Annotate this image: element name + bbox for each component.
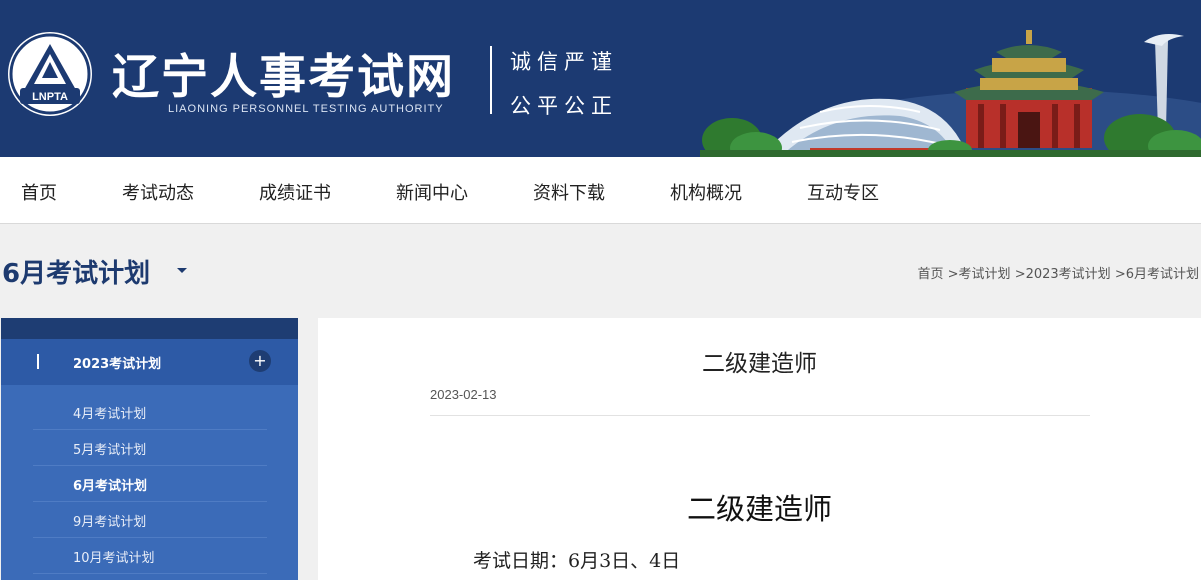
site-title[interactable]: 辽宁人事考试网 [112,38,455,107]
header-divider [490,46,492,114]
sidebar-item-september[interactable]: 9月考试计划 [33,502,267,538]
breadcrumb-home[interactable]: 首页 [918,267,944,282]
sidebar-group-2023[interactable]: 2023考试计划 + [1,339,298,385]
breadcrumb-current[interactable]: 6月考试计划 [1126,267,1199,282]
nav-downloads[interactable]: 资料下载 [533,179,605,205]
sidebar-top-bar [1,318,298,339]
lnpta-logo[interactable]: LNPTA [8,32,92,116]
sidebar: 2023考试计划 + 4月考试计划 5月考试计划 6月考试计划 9月考试计划 1… [1,318,298,580]
breadcrumb: 首页 >考试计划 >2023考试计划 >6月考试计划 [918,263,1200,282]
sidebar-marker [37,354,39,369]
sidebar-item-label: 4月考试计划 [73,407,147,422]
sidebar-item-may[interactable]: 5月考试计划 [33,430,267,466]
chevron-down-icon[interactable] [177,268,187,273]
main-nav: 首页 考试动态 成绩证书 新闻中心 资料下载 机构概况 互动专区 [0,157,1201,224]
breadcrumb-exam-plan[interactable]: 考试计划 [959,267,1011,282]
nav-interaction[interactable]: 互动专区 [807,179,879,205]
nav-home[interactable]: 首页 [21,179,57,205]
nav-organization[interactable]: 机构概况 [670,179,742,205]
sidebar-item-april[interactable]: 4月考试计划 [33,394,267,430]
sidebar-item-label: 6月考试计划 [73,479,148,494]
nav-scores-certificates[interactable]: 成绩证书 [259,179,331,205]
logo-badge-text: LNPTA [32,91,68,103]
sidebar-item-june[interactable]: 6月考试计划 [33,466,267,502]
nav-exam-news[interactable]: 考试动态 [122,179,194,205]
sidebar-item-label: 5月考试计划 [73,443,147,458]
slogan-line-1: 诚信严谨 [510,50,618,74]
plus-icon[interactable]: + [249,350,271,372]
sidebar-item-october[interactable]: 10月考试计划 [33,538,267,574]
article-title: 二级建造师 [702,351,817,377]
slogan-line-2: 公平公正 [510,94,618,118]
breadcrumb-separator: > [1010,267,1026,282]
sidebar-item-label: 10月考试计划 [73,551,155,566]
landmark-illustration [700,30,1201,157]
page-title: 6月考试计划 [2,259,151,289]
article-date: 2023-02-13 [430,387,497,402]
article-body-heading: 二级建造师 [686,492,832,526]
nav-news-center[interactable]: 新闻中心 [396,179,468,205]
breadcrumb-separator: > [1110,267,1126,282]
site-header: LNPTA 辽宁人事考试网 LIAONING PERSONNEL TESTING… [0,0,1201,157]
article-exam-date: 考试日期：6月3日、4日 [473,550,681,572]
breadcrumb-separator: > [943,267,959,282]
article-panel: 二级建造师 2023-02-13 二级建造师 考试日期：6月3日、4日 [318,318,1201,580]
breadcrumb-2023-plan[interactable]: 2023考试计划 [1026,267,1111,282]
article-divider [430,415,1090,416]
sidebar-group-label: 2023考试计划 [73,357,162,372]
site-subtitle: LIAONING PERSONNEL TESTING AUTHORITY [168,103,444,115]
sidebar-item-label: 9月考试计划 [73,515,147,530]
